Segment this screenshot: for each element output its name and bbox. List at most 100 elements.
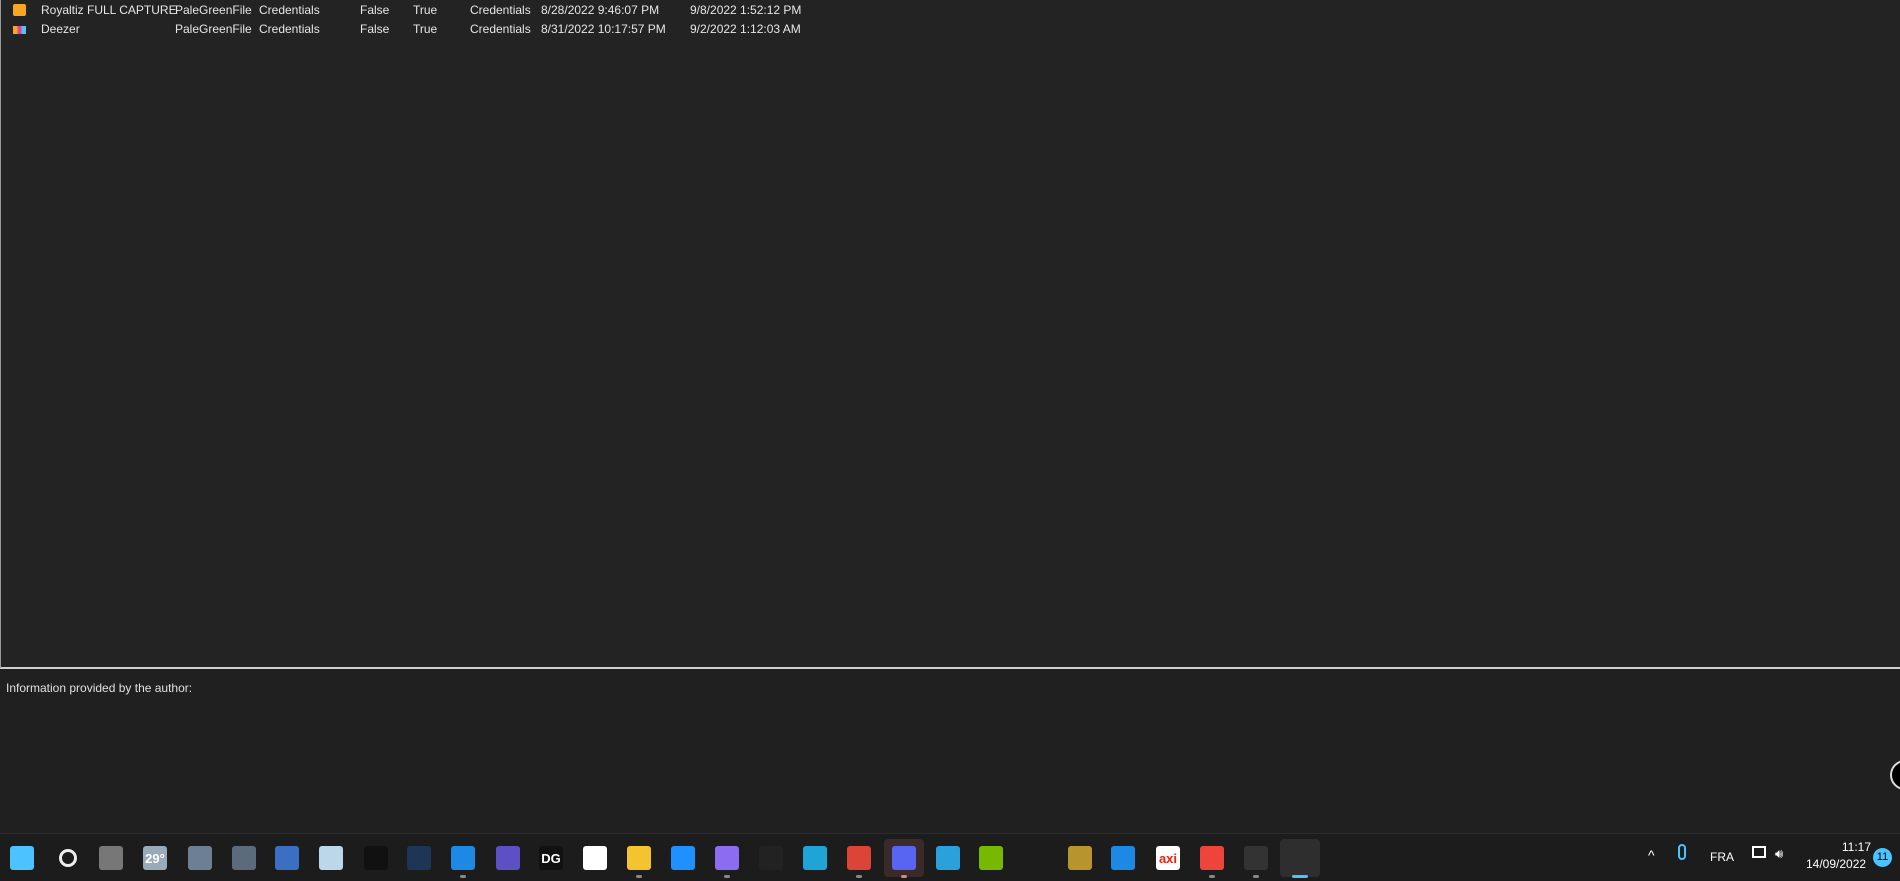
taskbar-button[interactable] [224, 839, 264, 877]
taskbar-button[interactable] [971, 839, 1011, 877]
nvidia-icon [979, 846, 1003, 870]
taskbar-button[interactable]: 29° [135, 839, 175, 877]
terminal-icon [1244, 846, 1268, 870]
calculator-icon [188, 846, 212, 870]
command-prompt-icon [364, 846, 388, 870]
taskbar-button[interactable] [1280, 839, 1320, 878]
taskbar-button[interactable] [267, 839, 307, 877]
deezer-app-icon [759, 846, 783, 870]
deezer-icon [13, 26, 26, 34]
discord-icon [892, 846, 916, 870]
taskbar-button[interactable] [1236, 839, 1276, 878]
taskbar-button[interactable] [48, 839, 88, 877]
search-icon [59, 849, 77, 867]
language-indicator[interactable]: FRA [1710, 850, 1734, 864]
row-type: Credentials [470, 3, 531, 17]
config-list: Royaltiz FULL CAPTURE PaleGreenFile Cred… [0, 0, 1900, 669]
floating-circle-button[interactable] [1890, 760, 1900, 790]
taskbar-button[interactable] [707, 839, 747, 878]
resource-monitor-icon [319, 846, 343, 870]
proton-vpn-icon [715, 846, 739, 870]
running-indicator [1253, 875, 1259, 878]
taskbar-button[interactable] [1192, 839, 1232, 878]
taskbar-button[interactable] [311, 839, 351, 877]
task-view-icon [99, 846, 123, 870]
taskbar-button[interactable] [91, 839, 131, 877]
running-indicator [856, 875, 862, 878]
row-col5: True [413, 3, 438, 17]
row-name: Royaltiz FULL CAPTURE [41, 3, 177, 17]
chrome-icon [847, 846, 871, 870]
row-updated: 9/2/2022 1:12:03 AM [690, 22, 801, 36]
volume-icon[interactable]: 🔊︎ [1775, 846, 1783, 862]
league-of-legends-icon [1068, 846, 1092, 870]
author-info-label: Information provided by the author: [6, 681, 193, 695]
taskbar: 29° DG axi ^ FRA 🔊︎ 11:17 14/09/2022 11 [0, 833, 1900, 881]
show-hidden-icons-chevron[interactable]: ^ [1648, 847, 1655, 863]
axi-icon: axi [1156, 846, 1180, 870]
powershell-icon [407, 846, 431, 870]
clock-time[interactable]: 11:17 [1837, 840, 1871, 854]
mail-icon [671, 846, 695, 870]
row-updated: 9/8/2022 1:52:12 PM [690, 3, 802, 17]
taskbar-button[interactable] [619, 839, 659, 878]
taskbar-button[interactable] [488, 839, 528, 877]
taskbar-button[interactable] [2, 839, 42, 877]
row-type: Credentials [470, 22, 531, 36]
running-indicator [1209, 875, 1215, 878]
taskbar-button[interactable] [399, 839, 439, 877]
royaltiz-icon [13, 4, 26, 16]
row-author: PaleGreenFile [175, 3, 252, 17]
taskbar-button[interactable] [443, 839, 483, 878]
row-category: Credentials [259, 3, 320, 17]
taskbar-button[interactable] [1060, 839, 1100, 877]
edge-icon [803, 846, 827, 870]
running-indicator [901, 875, 907, 878]
running-indicator [636, 875, 642, 878]
row-col4: False [360, 3, 390, 17]
notification-badge[interactable]: 11 [1873, 848, 1892, 867]
notepad-window-icon [1111, 846, 1135, 870]
row-author: PaleGreenFile [175, 22, 252, 36]
taskbar-button[interactable] [795, 839, 835, 877]
weather-icon: 29° [143, 846, 167, 870]
taskbar-button[interactable] [884, 839, 924, 878]
openbullet-icon [1288, 846, 1312, 870]
taskbar-button[interactable] [1016, 839, 1056, 877]
telegram-icon [936, 846, 960, 870]
running-indicator [1292, 875, 1308, 878]
row-created: 8/31/2022 10:17:57 PM [541, 22, 666, 36]
taskbar-button[interactable] [663, 839, 703, 877]
taskbar-button[interactable]: DG [531, 839, 571, 877]
taskbar-button[interactable] [1103, 839, 1143, 877]
row-col5: True [413, 22, 438, 36]
taskbar-button[interactable] [751, 839, 791, 877]
datagrip-icon: DG [539, 846, 563, 870]
row-created: 8/28/2022 9:46:07 PM [541, 3, 660, 17]
list-row[interactable]: Deezer PaleGreenFile Credentials False T… [1, 20, 901, 38]
network-icon[interactable] [1752, 846, 1766, 858]
taskbar-button[interactable] [575, 839, 615, 877]
clock-date[interactable]: 14/09/2022 [1806, 857, 1866, 871]
taskbar-button[interactable] [356, 839, 396, 877]
taskbar-button[interactable]: axi [1148, 839, 1188, 877]
file-explorer-icon [627, 846, 651, 870]
start-icon [10, 846, 34, 870]
taskbar-button[interactable] [180, 839, 220, 877]
taskbar-button[interactable] [928, 839, 968, 877]
row-col4: False [360, 22, 390, 36]
running-indicator [724, 875, 730, 878]
row-name: Deezer [41, 22, 80, 36]
vscode-icon [451, 846, 475, 870]
row-category: Credentials [259, 22, 320, 36]
list-row[interactable]: Royaltiz FULL CAPTURE PaleGreenFile Cred… [1, 1, 901, 19]
running-indicator [460, 875, 466, 878]
remote-desktop-icon [275, 846, 299, 870]
tor-browser-icon [496, 846, 520, 870]
taskbar-button[interactable] [839, 839, 879, 878]
anydesk-icon [1200, 846, 1224, 870]
ms-store-icon [583, 846, 607, 870]
microphone-icon[interactable] [1678, 844, 1686, 860]
lightning-app-icon [1024, 846, 1048, 870]
settings-gear-icon [232, 846, 256, 870]
